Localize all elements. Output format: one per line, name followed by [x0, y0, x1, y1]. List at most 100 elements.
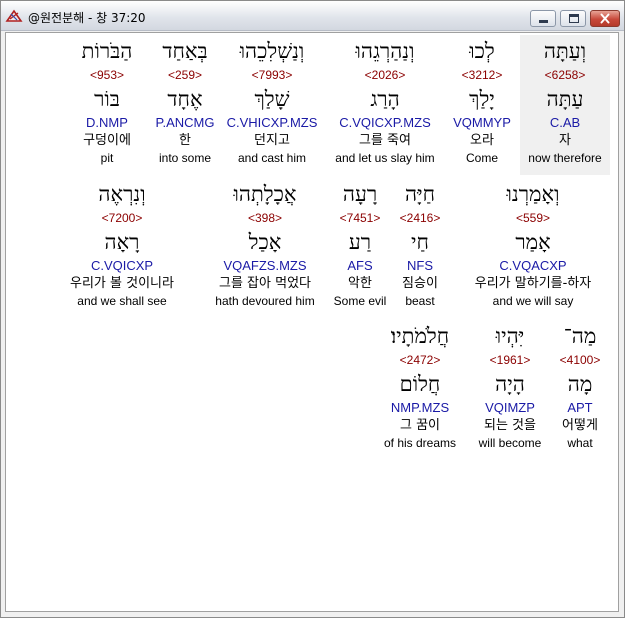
hebrew-word: יִּהְיוּ	[495, 324, 525, 348]
hebrew-word: חַיָּה	[404, 182, 435, 206]
english-gloss: into some	[158, 151, 212, 165]
strong-number[interactable]: <7451>	[332, 211, 388, 225]
strong-number[interactable]: <7200>	[58, 211, 186, 225]
korean-gloss: 악한	[348, 276, 372, 291]
hebrew-word: רָעָה	[342, 182, 378, 206]
hebrew-lemma: חֲלוֹם	[399, 372, 441, 396]
close-button[interactable]	[590, 10, 620, 27]
hebrew-lemma: אָכַל	[248, 230, 282, 254]
korean-gloss: 오라	[470, 133, 494, 148]
word-cell[interactable]: וְנִרְאֶה <7200> רָאָה C.VQICXP 우리가 볼 것이니라 an…	[58, 178, 186, 310]
strong-number[interactable]: <953>	[68, 68, 146, 82]
parsing-code: C.VQACXP	[499, 258, 567, 273]
parsing-code: AFS	[347, 258, 373, 273]
hebrew-word: הַבֹּרוֹת	[81, 39, 133, 63]
korean-gloss: 그를 죽여	[359, 133, 411, 148]
app-logo-icon	[5, 9, 23, 22]
minimize-button[interactable]	[530, 10, 556, 27]
maximize-icon	[569, 14, 579, 23]
english-gloss: and let us slay him	[335, 151, 435, 165]
english-gloss: hath devoured him	[215, 294, 315, 308]
korean-gloss: 자	[559, 133, 571, 148]
korean-gloss: 우리가 말하기를-하자	[474, 276, 592, 291]
word-cell[interactable]: הַבֹּרוֹת <953> בּוֹר D.NMP 구덩이에 pit	[68, 35, 146, 175]
hebrew-word: חֲלֹמֹתָיו׃	[390, 324, 450, 348]
english-gloss: and cast him	[237, 151, 307, 165]
parsing-code: C.VQICXP	[90, 258, 154, 273]
title-bar[interactable]: @원전분해 - 창 37:20	[1, 1, 624, 31]
english-gloss: and we will say	[492, 294, 574, 308]
strong-number[interactable]: <2026>	[326, 68, 444, 82]
hebrew-word: וְנִרְאֶה	[98, 182, 146, 206]
hebrew-lemma: יָלַךְ	[469, 87, 495, 111]
parsing-code: APT	[567, 400, 593, 415]
parsing-code: C.VHICXP.MZS	[226, 115, 318, 130]
word-cell[interactable]: וְעַתָּה <6258> עַתָּה C.AB 자 now therefore	[520, 35, 610, 175]
hebrew-word: אֲכָלָתְהוּ	[233, 182, 297, 206]
hebrew-word: לְכוּ	[469, 39, 495, 63]
strong-number[interactable]: <3212>	[452, 68, 512, 82]
word-cell[interactable]: אֲכָלָתְהוּ <398> אָכַל VQAFZS.MZS 그를 잡아 먹었다…	[204, 178, 326, 310]
hebrew-lemma: הָיָה	[495, 372, 525, 396]
close-icon	[600, 13, 610, 24]
english-gloss: beast	[405, 294, 435, 308]
word-cell[interactable]: חֲלֹמֹתָיו׃ <2472> חֲלוֹם NMP.MZS 그 꿈이 of his…	[378, 320, 462, 452]
hebrew-lemma: בּוֹר	[94, 87, 120, 111]
hebrew-lemma: אָמַר	[515, 230, 551, 254]
hebrew-lemma: רַע	[348, 230, 372, 254]
hebrew-word: וְעַתָּה	[543, 39, 587, 63]
strong-number[interactable]: <259>	[152, 68, 218, 82]
parsing-code: VQIMZP	[485, 400, 535, 415]
english-gloss: Some evil	[333, 294, 387, 308]
korean-gloss: 그를 잡아 먹었다	[219, 276, 311, 291]
english-gloss: now therefore	[528, 151, 602, 165]
hebrew-lemma: רָאָה	[104, 230, 140, 254]
parsing-code: P.ANCMG	[155, 115, 215, 130]
korean-gloss: 되는 것을	[484, 418, 536, 433]
english-gloss: Come	[465, 151, 498, 165]
strong-number[interactable]: <2472>	[378, 353, 462, 367]
word-cell[interactable]: לְכוּ <3212> יָלַךְ VQMMYP 오라 Come	[452, 35, 512, 175]
parsing-code: D.NMP	[86, 115, 128, 130]
parsing-code: VQMMYP	[453, 115, 511, 130]
word-cell[interactable]: וְאָמַרְנוּ <559> אָמַר C.VQACXP 우리가 말하기를-하자…	[458, 178, 608, 310]
parsing-code: C.VQICXP.MZS	[339, 115, 431, 130]
word-cell[interactable]: וְנַהַרְגֵהוּ <2026> הָרַג C.VQICXP.MZS 그를 죽…	[326, 35, 444, 175]
korean-gloss: 짐승이	[402, 276, 438, 291]
hebrew-word: מַה־	[563, 324, 597, 348]
maximize-button[interactable]	[560, 10, 586, 27]
word-cell[interactable]: חַיָּה <2416> חַי NFS 짐승이 beast	[391, 178, 449, 310]
hebrew-lemma: אֶחָד	[167, 87, 203, 111]
strong-number[interactable]: <559>	[458, 211, 608, 225]
parsing-code: C.AB	[549, 115, 581, 130]
strong-number[interactable]: <2416>	[391, 211, 449, 225]
word-cell[interactable]: רָעָה <7451> רַע AFS 악한 Some evil	[332, 178, 388, 310]
hebrew-word: וְאָמַרְנוּ	[506, 182, 560, 206]
english-gloss: pit	[100, 151, 114, 165]
analysis-panel[interactable]: וְעַתָּה <6258> עַתָּה C.AB 자 now therefore לְ…	[5, 32, 619, 612]
parsing-code: VQAFZS.MZS	[223, 258, 307, 273]
korean-gloss: 그 꿈이	[399, 418, 440, 433]
hebrew-word: בְּאַחַד	[162, 39, 208, 63]
hebrew-lemma: מָה	[567, 372, 593, 396]
strong-number[interactable]: <4100>	[552, 353, 608, 367]
strong-number[interactable]: <7993>	[226, 68, 318, 82]
parsing-code: NFS	[407, 258, 433, 273]
hebrew-lemma: הָרַג	[370, 87, 400, 111]
word-cell[interactable]: וְנַשְׁלִכֵהוּ <7993> שָׁלַךְ C.VHICXP.MZS 던…	[226, 35, 318, 175]
korean-gloss: 우리가 볼 것이니라	[70, 276, 174, 291]
hebrew-lemma: חַי	[411, 230, 429, 254]
korean-gloss: 던지고	[254, 133, 290, 148]
strong-number[interactable]: <1961>	[472, 353, 548, 367]
minimize-icon	[539, 20, 548, 23]
strong-number[interactable]: <6258>	[520, 68, 610, 82]
strong-number[interactable]: <398>	[204, 211, 326, 225]
word-cell[interactable]: יִּהְיוּ <1961> הָיָה VQIMZP 되는 것을 will becom…	[472, 320, 548, 452]
english-gloss: what	[567, 436, 593, 450]
parsing-code: NMP.MZS	[390, 400, 450, 415]
hebrew-word: וְנַהַרְגֵהוּ	[355, 39, 415, 63]
korean-gloss: 구덩이에	[83, 133, 131, 148]
word-cell[interactable]: מַה־ <4100> מָה APT 어떻게 what	[552, 320, 608, 452]
hebrew-lemma: עַתָּה	[546, 87, 584, 111]
word-cell[interactable]: בְּאַחַד <259> אֶחָד P.ANCMG 한 into some	[152, 35, 218, 175]
